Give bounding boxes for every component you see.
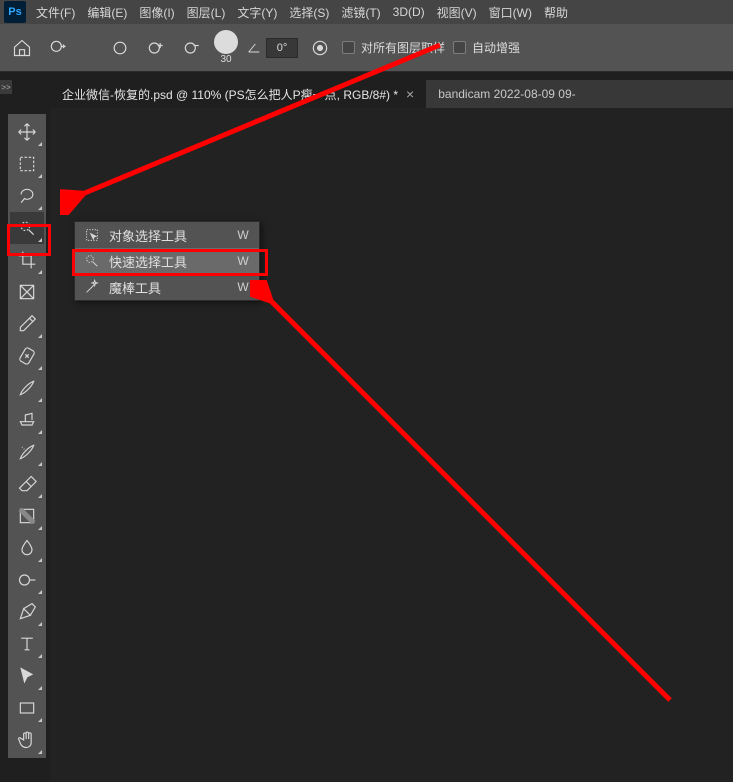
pen-tool[interactable]: [10, 596, 44, 628]
main-menu-bar: Ps 文件(F) 编辑(E) 图像(I) 图层(L) 文字(Y) 选择(S) 滤…: [0, 0, 733, 24]
canvas-area[interactable]: [50, 108, 733, 782]
quick-selection-icon: [83, 252, 101, 270]
menu-view[interactable]: 视图(V): [431, 4, 483, 21]
angle-input[interactable]: 0°: [266, 38, 298, 58]
menu-layer[interactable]: 图层(L): [181, 4, 232, 21]
angle-icon: [246, 40, 262, 56]
flyout-quick-selection-tool[interactable]: 快速选择工具 W: [75, 248, 259, 274]
menu-image[interactable]: 图像(I): [133, 4, 180, 21]
auto-enhance-checkbox[interactable]: 自动增强: [453, 39, 520, 56]
marquee-tool[interactable]: [10, 148, 44, 180]
flyout-item-shortcut: W: [235, 254, 251, 268]
healing-brush-tool[interactable]: [10, 340, 44, 372]
hand-tool[interactable]: [10, 724, 44, 756]
auto-enhance-label: 自动增强: [472, 39, 520, 56]
document-tab-title: 企业微信-恢复的.psd @ 110% (PS怎么把人P瘦一点, RGB/8#)…: [62, 86, 398, 103]
document-tab-title: bandicam 2022-08-09 09-: [438, 87, 575, 101]
blur-tool[interactable]: [10, 532, 44, 564]
sample-all-layers-checkbox[interactable]: 对所有图层取样: [342, 39, 445, 56]
home-button[interactable]: [8, 34, 36, 62]
brush-tool[interactable]: [10, 372, 44, 404]
frame-tool[interactable]: [10, 276, 44, 308]
menu-3d[interactable]: 3D(D): [387, 5, 431, 19]
menu-help[interactable]: 帮助: [538, 4, 574, 21]
tool-flyout-menu: 对象选择工具 W 快速选择工具 W 魔棒工具 W: [74, 221, 260, 301]
brush-size-label: 30: [220, 54, 231, 65]
gradient-tool[interactable]: [10, 500, 44, 532]
menu-window[interactable]: 窗口(W): [483, 4, 538, 21]
add-selection-button[interactable]: [142, 34, 170, 62]
brush-preview[interactable]: [214, 30, 238, 54]
app-logo: Ps: [4, 1, 26, 23]
dodge-tool[interactable]: [10, 564, 44, 596]
tools-panel: [8, 114, 46, 758]
close-tab-button[interactable]: ×: [406, 86, 414, 102]
object-selection-icon: [83, 226, 101, 244]
panel-expander[interactable]: >>: [0, 80, 12, 94]
history-brush-tool[interactable]: [10, 436, 44, 468]
flyout-magic-wand-tool[interactable]: 魔棒工具 W: [75, 274, 259, 300]
document-tab-1[interactable]: 企业微信-恢复的.psd @ 110% (PS怎么把人P瘦一点, RGB/8#)…: [50, 80, 426, 108]
pressure-toggle[interactable]: [306, 34, 334, 62]
subtract-selection-button[interactable]: [178, 34, 206, 62]
rectangle-tool[interactable]: [10, 692, 44, 724]
document-tab-2[interactable]: bandicam 2022-08-09 09-: [426, 80, 587, 108]
menu-edit[interactable]: 编辑(E): [81, 4, 133, 21]
clone-stamp-tool[interactable]: [10, 404, 44, 436]
crop-tool[interactable]: [10, 244, 44, 276]
move-tool[interactable]: [10, 116, 44, 148]
magic-wand-icon: [83, 278, 101, 296]
checkbox-icon: [342, 41, 355, 54]
sample-all-label: 对所有图层取样: [361, 39, 445, 56]
document-tab-strip: 企业微信-恢复的.psd @ 110% (PS怎么把人P瘦一点, RGB/8#)…: [50, 80, 733, 108]
flyout-object-selection-tool[interactable]: 对象选择工具 W: [75, 222, 259, 248]
lasso-tool[interactable]: [10, 180, 44, 212]
eraser-tool[interactable]: [10, 468, 44, 500]
menu-filter[interactable]: 滤镜(T): [335, 4, 386, 21]
checkbox-icon: [453, 41, 466, 54]
tool-preset-picker[interactable]: [44, 34, 72, 62]
menu-file[interactable]: 文件(F): [30, 4, 81, 21]
flyout-item-label: 魔棒工具: [109, 278, 227, 297]
menu-select[interactable]: 选择(S): [283, 4, 335, 21]
menu-type[interactable]: 文字(Y): [231, 4, 283, 21]
type-tool[interactable]: [10, 628, 44, 660]
flyout-item-shortcut: W: [235, 280, 251, 294]
eyedropper-tool[interactable]: [10, 308, 44, 340]
quick-selection-tool[interactable]: [10, 212, 44, 244]
flyout-item-shortcut: W: [235, 228, 251, 242]
options-bar: 30 0° 对所有图层取样 自动增强: [0, 24, 733, 72]
flyout-item-label: 快速选择工具: [109, 252, 227, 271]
new-selection-button[interactable]: [106, 34, 134, 62]
path-selection-tool[interactable]: [10, 660, 44, 692]
flyout-item-label: 对象选择工具: [109, 226, 227, 245]
